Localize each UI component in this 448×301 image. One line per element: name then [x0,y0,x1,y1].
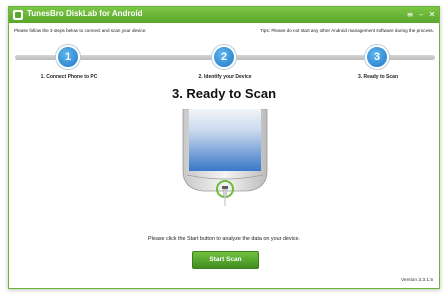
title-bar[interactable]: TunesBro DiskLab for Android ≡ – ✕ [9,7,439,23]
phone-illustration [182,109,268,206]
scan-instruction: Please click the Start button to analyze… [148,236,300,242]
page-title: 3. Ready to Scan [171,86,277,101]
step-1-label: 1. Connect Phone to PC [40,74,98,80]
minimize-icon[interactable]: – [416,9,426,20]
close-icon[interactable]: ✕ [427,9,437,20]
app-window: TunesBro DiskLab for Android ≡ – ✕ Pleas… [8,6,440,289]
tips-text: Tips: Please do not start any other Andr… [260,28,434,33]
version-label: Version 3.3.1.5 [400,278,433,283]
step-1-circle: 1 [56,45,80,69]
step-3-label: 3. Ready to Scan [357,74,399,80]
app-logo-icon [13,10,23,20]
step-2-circle: 2 [212,45,236,69]
steps-instruction: Please follow the 3 steps below to conne… [14,28,147,33]
step-2-label: 2. Identify your Device [198,74,252,80]
start-scan-button[interactable]: Start Scan [192,251,259,269]
app-title: TunesBro DiskLab for Android [27,9,143,18]
step-3-circle: 3 [365,45,389,69]
menu-icon[interactable]: ≡ [405,9,415,20]
